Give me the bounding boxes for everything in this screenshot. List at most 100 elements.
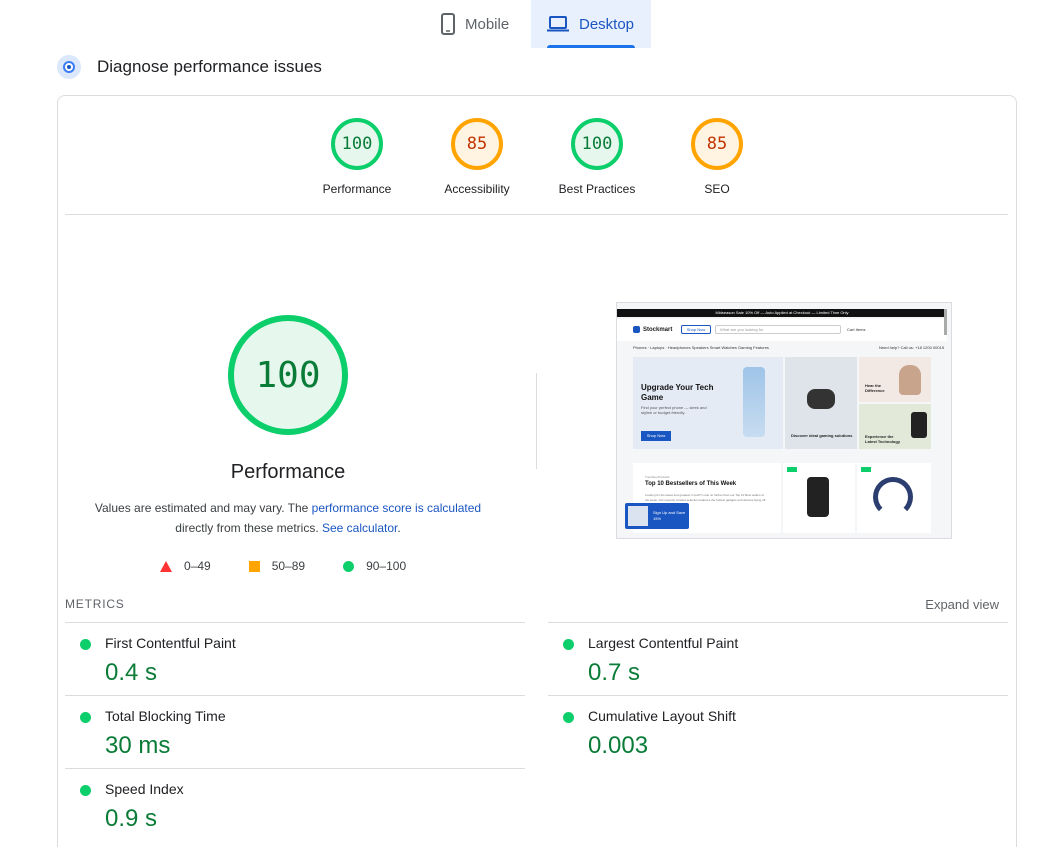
- thumb-top-banner: Midseason Sale 10% Off — Auto Applied at…: [617, 309, 947, 317]
- metric-value: 0.003: [588, 732, 649, 759]
- diagnose-icon: [57, 55, 81, 79]
- see-calculator-link[interactable]: See calculator: [322, 521, 397, 535]
- controller-image: [807, 389, 835, 409]
- gauge-best-practices[interactable]: 100 Best Practices: [537, 118, 657, 196]
- note-suffix: .: [397, 521, 401, 535]
- thumb-hero: Upgrade Your Tech Game Find your perfect…: [633, 357, 783, 449]
- metric-speed-index: Speed Index 0.9 s: [65, 770, 505, 840]
- metrics-title: METRICS: [65, 597, 125, 611]
- expand-view-button[interactable]: Expand view: [925, 597, 999, 612]
- gauges-divider: [65, 214, 1008, 215]
- metrics-divider: [65, 622, 525, 623]
- metric-fcp: First Contentful Paint 0.4 s: [65, 624, 505, 694]
- legend-fail: 0–49: [160, 559, 211, 573]
- tab-desktop[interactable]: Desktop: [531, 0, 651, 48]
- metrics-divider: [548, 695, 1008, 696]
- sale-tag: [861, 467, 871, 472]
- metric-value: 0.9 s: [105, 805, 158, 832]
- score-gauges: 100 Performance 85 Accessibility 100 Bes…: [305, 118, 745, 198]
- mobile-phone-icon: [441, 13, 455, 35]
- gauge-label: Best Practices: [558, 182, 636, 196]
- thumb-signup: Sign Up and Save 15%: [625, 503, 689, 529]
- thumb-product-watch: [783, 463, 855, 533]
- thumb-shop-button: Shop Now: [681, 325, 711, 334]
- thumb-hero-title: Upgrade Your Tech Game: [641, 383, 714, 402]
- person-image: [899, 365, 921, 395]
- note-prefix: Values are estimated and may vary. The: [94, 501, 312, 515]
- pass-circle-icon: [80, 785, 91, 796]
- vertical-separator: [536, 373, 537, 469]
- metric-lcp: Largest Contentful Paint 0.7 s: [548, 624, 988, 694]
- thumb-help: Need help? Call us: +18 1200 00015: [879, 345, 945, 350]
- metric-value: 0.4 s: [105, 659, 158, 686]
- pass-circle-icon: [563, 712, 574, 723]
- legend-average-label: 50–89: [271, 559, 306, 573]
- thumb-product-headphones: [857, 463, 931, 533]
- thumb-watch-text: Experience the Latest Technology: [865, 434, 901, 444]
- thumb-watch-tile: Experience the Latest Technology: [859, 404, 931, 449]
- circle-icon: [343, 560, 355, 572]
- legend-pass: 90–100: [343, 559, 406, 573]
- metric-tbt: Total Blocking Time 30 ms: [65, 697, 505, 767]
- smartwatch-image: [807, 477, 829, 517]
- thumb-nav-right: Cart Items: [847, 327, 866, 332]
- metrics-divider: [65, 768, 525, 769]
- metric-value: 0.7 s: [588, 659, 641, 686]
- tab-mobile-label: Mobile: [465, 15, 510, 33]
- legend-fail-label: 0–49: [184, 559, 211, 573]
- phone-image: [743, 367, 765, 437]
- gauge-ring: 100: [571, 118, 623, 170]
- logo-icon: [633, 326, 640, 333]
- thumb-audio-text: Hear the Difference: [865, 383, 885, 393]
- sale-tag: [787, 467, 797, 472]
- watch-image: [911, 412, 927, 438]
- legend-pass-label: 90–100: [366, 559, 407, 573]
- thumb-search: What are you looking for: [715, 325, 841, 334]
- thumb-nav: Stockmart Shop Now What are you looking …: [617, 319, 947, 341]
- gauge-label: SEO: [704, 182, 730, 196]
- metric-value: 30 ms: [105, 732, 171, 759]
- triangle-icon: [160, 560, 172, 572]
- gauge-ring: 85: [451, 118, 503, 170]
- performance-title: Performance: [230, 461, 346, 483]
- metric-name: Total Blocking Time: [105, 708, 226, 724]
- page-screenshot-thumbnail[interactable]: Midseason Sale 10% Off — Auto Applied at…: [616, 302, 952, 539]
- pass-circle-icon: [563, 639, 574, 650]
- thumb-logo-text: Stockmart: [643, 326, 673, 333]
- gauge-accessibility[interactable]: 85 Accessibility: [417, 118, 537, 196]
- score-note: Values are estimated and may vary. The p…: [88, 498, 488, 538]
- thumb-gaming-tile: Discover ideal gaming solutions: [785, 357, 857, 449]
- performance-score-link[interactable]: performance score is calculated: [312, 501, 481, 515]
- metric-name: Speed Index: [105, 781, 184, 797]
- thumb-audio-tile: Hear the Difference: [859, 357, 931, 402]
- headphones-image: [873, 477, 913, 517]
- metrics-divider: [548, 622, 1008, 623]
- thumb-best-kicker: Trending Products: [645, 475, 670, 479]
- laptop-icon: [547, 16, 569, 32]
- thumb-signup-text: Sign Up and Save 15%: [653, 510, 686, 521]
- gauge-label: Accessibility: [444, 182, 510, 196]
- legend-average: 50–89: [248, 559, 306, 573]
- gauge-ring: 100: [331, 118, 383, 170]
- thumb-best-title: Top 10 Bestsellers of This Week: [645, 481, 737, 487]
- metric-cls: Cumulative Layout Shift 0.003: [548, 697, 988, 767]
- thumb-gaming-text: Discover ideal gaming solutions: [791, 433, 853, 438]
- score-legend: 0–49 50–89 90–100: [160, 557, 406, 575]
- metric-name: Largest Contentful Paint: [588, 635, 739, 651]
- thumb-hero-sub: Find your perfect phone — sleek and styl…: [641, 405, 707, 415]
- performance-score-gauge: 100: [228, 315, 348, 435]
- metric-name: Cumulative Layout Shift: [588, 708, 736, 724]
- metrics-header: METRICS Expand view: [65, 597, 1008, 613]
- tab-mobile[interactable]: Mobile: [425, 0, 531, 48]
- pass-circle-icon: [80, 639, 91, 650]
- gauge-seo[interactable]: 85 SEO: [657, 118, 777, 196]
- diagnose-header: Diagnose performance issues: [57, 54, 322, 80]
- gauge-ring: 85: [691, 118, 743, 170]
- signup-image: [628, 506, 648, 526]
- device-tabs: Mobile Desktop: [0, 0, 1052, 48]
- thumb-hero-button: Shop Now: [641, 431, 671, 441]
- thumb-scrollbar: [944, 309, 947, 335]
- thumb-logo: Stockmart: [633, 326, 672, 333]
- gauge-performance[interactable]: 100 Performance: [297, 118, 417, 196]
- note-middle: directly from these metrics.: [175, 521, 322, 535]
